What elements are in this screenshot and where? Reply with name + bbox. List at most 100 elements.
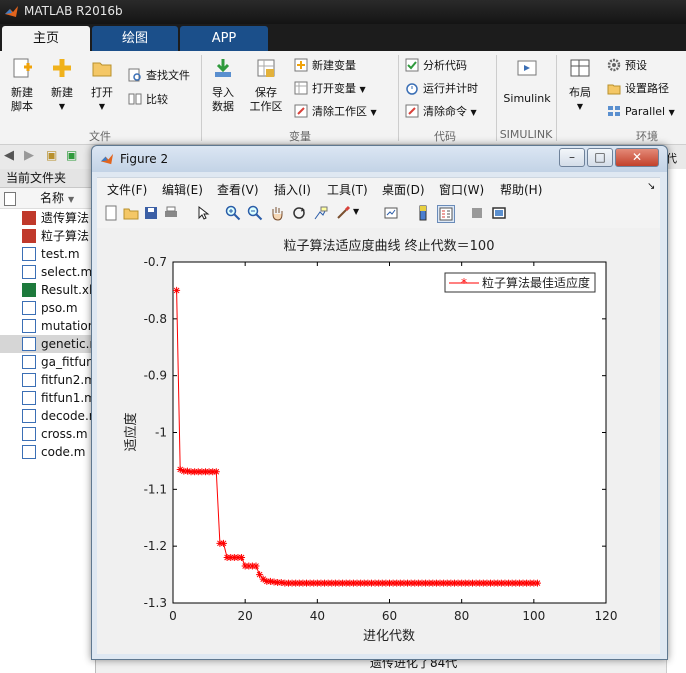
rotate-3d-icon[interactable]	[291, 205, 307, 221]
file-item[interactable]: 遗传算法	[0, 209, 95, 227]
file-item[interactable]: fitfun1.m	[0, 389, 95, 407]
hide-tools-icon[interactable]	[469, 205, 485, 221]
file-item[interactable]: select.m	[0, 263, 95, 281]
parallel-icon	[608, 106, 620, 116]
file-item[interactable]: genetic.m	[0, 335, 95, 353]
legend[interactable]: * 粒子算法最佳适应度	[444, 272, 596, 293]
m-file-icon	[22, 391, 36, 405]
menu-view[interactable]: 查看(V)	[217, 181, 259, 198]
clear-workspace-button[interactable]: 清除工作区 ▼	[294, 103, 377, 121]
ribbon-tabbar: 主页 绘图 APP	[0, 24, 686, 51]
clear-commands-button[interactable]: 清除命令 ▼	[405, 103, 477, 121]
menu-edit[interactable]: 编辑(E)	[162, 181, 203, 198]
file-name: decode.m	[41, 409, 95, 423]
link-plot-icon[interactable]	[383, 205, 399, 221]
zoom-in-icon[interactable]	[225, 205, 241, 221]
figure-canvas: 0 20 40 60 80 100 120 -0.7 -0.8 -0.9 -1 -1.1 -1.2 -1.…	[97, 228, 660, 654]
find-files-button[interactable]: 查找文件	[128, 67, 190, 85]
zoom-out-icon[interactable]	[247, 205, 263, 221]
png-file-icon	[22, 229, 36, 243]
menu-insert[interactable]: 插入(I)	[274, 181, 311, 198]
current-folder-title: 当前文件夹	[0, 169, 95, 188]
chevron-down-icon[interactable]: ▼	[353, 207, 359, 216]
compare-button[interactable]: 比较	[128, 91, 168, 109]
analyze-code-icon	[405, 58, 419, 72]
minimize-button[interactable]: –	[559, 148, 585, 167]
x-tick-label: 100	[522, 609, 545, 623]
pointer-icon[interactable]	[195, 205, 211, 221]
file-item[interactable]: mutation	[0, 317, 95, 335]
pan-hand-icon[interactable]	[269, 205, 285, 221]
tab-home[interactable]: 主页	[2, 26, 90, 51]
new-button[interactable]: 新建 ▼	[44, 57, 80, 114]
import-data-label: 导入 数据	[212, 86, 234, 113]
file-item[interactable]: decode.m	[0, 407, 95, 425]
legend-marker: *	[461, 276, 467, 290]
group-label-environment: 环境	[636, 130, 658, 143]
file-name: mutation	[41, 319, 95, 333]
browse-folder-icon[interactable]: ▣	[66, 148, 77, 162]
m-file-icon	[22, 265, 36, 279]
set-path-button[interactable]: 设置路径	[607, 80, 669, 98]
name-column-header[interactable]: 名称 ▼	[0, 188, 95, 209]
import-data-button[interactable]: 导入 数据	[205, 57, 241, 114]
app-titlebar: MATLAB R2016b	[0, 0, 686, 24]
group-divider	[398, 55, 399, 141]
show-tools-icon[interactable]	[491, 205, 507, 221]
open-button[interactable]: 打开 ▼	[84, 57, 120, 114]
open-file-icon[interactable]	[123, 205, 139, 221]
layout-button[interactable]: 布局 ▼	[562, 57, 598, 114]
up-folder-icon[interactable]: ▣	[46, 148, 57, 162]
menu-file[interactable]: 文件(F)	[107, 181, 147, 198]
new-variable-button[interactable]: 新建变量	[294, 57, 356, 75]
chevron-down-icon: ▼	[359, 85, 366, 94]
legend-icon[interactable]	[437, 205, 455, 223]
brush-icon[interactable]	[335, 205, 351, 221]
close-button[interactable]: ✕	[615, 148, 659, 167]
m-file-icon	[22, 301, 36, 315]
file-item[interactable]: pso.m	[0, 299, 95, 317]
colorbar-icon[interactable]	[415, 205, 431, 221]
dock-arrow-icon[interactable]: ↘	[647, 181, 655, 192]
file-item[interactable]: code.m	[0, 443, 95, 461]
maximize-button[interactable]: □	[587, 148, 613, 167]
y-tick-label: -1.3	[144, 596, 167, 610]
simulink-button[interactable]: Simulink	[501, 57, 553, 106]
x-tick-label: 0	[169, 609, 177, 623]
file-item[interactable]: fitfun2.m	[0, 371, 95, 389]
back-arrow-icon[interactable]: ◀	[4, 148, 14, 163]
tab-apps[interactable]: APP	[180, 26, 268, 51]
print-icon[interactable]	[163, 205, 179, 221]
file-item[interactable]: Result.xlsx	[0, 281, 95, 299]
new-figure-icon[interactable]	[103, 205, 119, 221]
group-divider	[556, 55, 557, 141]
preferences-button[interactable]: 预设	[607, 57, 647, 75]
menu-window[interactable]: 窗口(W)	[439, 181, 484, 198]
figure-titlebar[interactable]: Figure 2 – □ ✕	[92, 146, 667, 172]
parallel-button[interactable]: Parallel ▼	[607, 103, 675, 121]
run-and-time-button[interactable]: 运行并计时	[405, 80, 478, 98]
chevron-down-icon: ▼	[470, 108, 477, 117]
x-tick-label: 20	[238, 609, 253, 623]
new-script-button[interactable]: 新建 脚本	[4, 57, 40, 114]
file-item[interactable]: 粒子算法	[0, 227, 95, 245]
menu-help[interactable]: 帮助(H)	[500, 181, 542, 198]
file-item[interactable]: ga_fitfun	[0, 353, 95, 371]
open-variable-label: 打开变量	[312, 82, 356, 95]
data-cursor-icon[interactable]	[313, 205, 329, 221]
save-icon[interactable]	[143, 205, 159, 221]
file-item[interactable]: test.m	[0, 245, 95, 263]
save-workspace-button[interactable]: 保存 工作区	[246, 57, 286, 114]
menu-desktop[interactable]: 桌面(D)	[382, 181, 425, 198]
open-variable-button[interactable]: 打开变量 ▼	[294, 80, 366, 98]
file-name: ga_fitfun	[41, 355, 94, 369]
group-label-simulink: SIMULINK	[499, 128, 553, 141]
analyze-code-button[interactable]: 分析代码	[405, 57, 467, 75]
clear-commands-label: 清除命令	[423, 105, 467, 118]
file-item[interactable]: cross.m	[0, 425, 95, 443]
stopwatch-icon	[406, 83, 418, 95]
menu-tools[interactable]: 工具(T)	[327, 181, 368, 198]
open-variable-icon	[294, 81, 308, 95]
forward-arrow-icon[interactable]: ▶	[24, 148, 34, 163]
tab-plots[interactable]: 绘图	[92, 26, 178, 51]
